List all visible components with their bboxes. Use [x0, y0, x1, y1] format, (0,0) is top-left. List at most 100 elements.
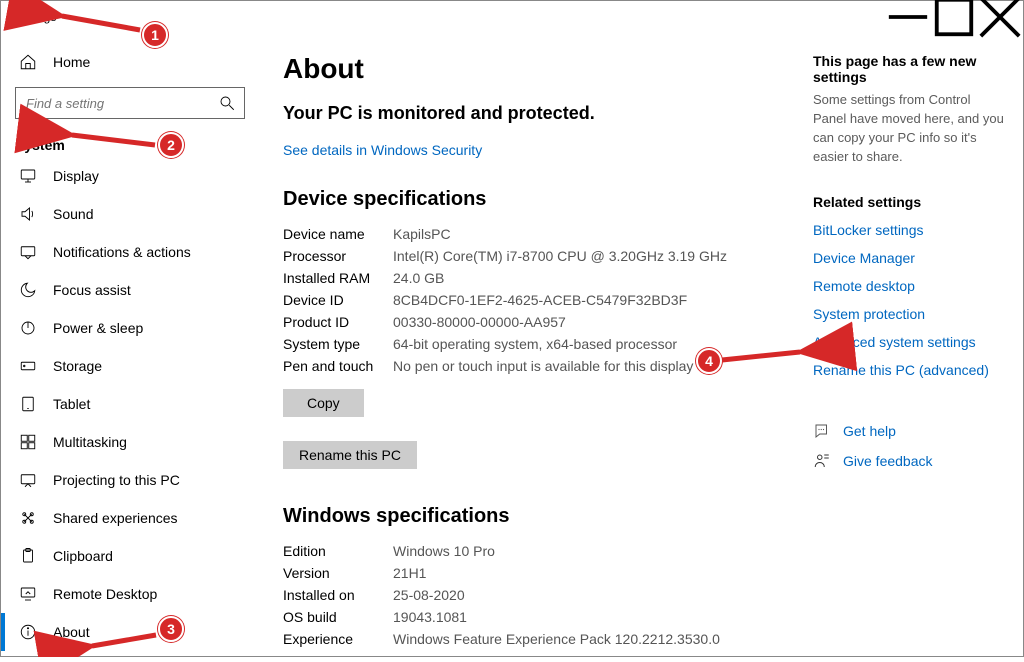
spec-value: 24.0 GB [393, 270, 779, 286]
focus-assist-icon [19, 281, 37, 299]
sidebar-item-tablet[interactable]: Tablet [1, 385, 259, 423]
spec-label: Device name [283, 226, 393, 242]
rename-pc-button[interactable]: Rename this PC [283, 441, 417, 469]
sidebar-item-label: Clipboard [53, 548, 113, 564]
home-icon [19, 53, 37, 71]
spec-value: Windows Feature Experience Pack 120.2212… [393, 631, 779, 647]
spec-value: Intel(R) Core(TM) i7-8700 CPU @ 3.20GHz … [393, 248, 779, 264]
projecting-icon [19, 471, 37, 489]
right-pane: This page has a few new settings Some se… [809, 33, 1023, 656]
sidebar-item-notifications[interactable]: Notifications & actions [1, 233, 259, 271]
sidebar-item-shared-experiences[interactable]: Shared experiences [1, 499, 259, 537]
spec-value: 25-08-2020 [393, 587, 779, 603]
link-rename-pc-advanced[interactable]: Rename this PC (advanced) [813, 362, 1007, 378]
sidebar-item-label: Notifications & actions [53, 244, 191, 260]
sidebar-item-display[interactable]: Display [1, 157, 259, 195]
sidebar-item-multitasking[interactable]: Multitasking [1, 423, 259, 461]
sidebar-item-projecting[interactable]: Projecting to this PC [1, 461, 259, 499]
sidebar-home-label: Home [53, 54, 90, 70]
link-remote-desktop[interactable]: Remote desktop [813, 278, 1007, 294]
tablet-icon [19, 395, 37, 413]
spec-value: No pen or touch input is available for t… [393, 358, 779, 374]
link-label: Give feedback [843, 453, 933, 469]
spec-label: Product ID [283, 314, 393, 330]
clipboard-icon [19, 547, 37, 565]
sidebar-item-about[interactable]: About [1, 613, 259, 651]
window-titlebar: Settings [1, 1, 1023, 33]
storage-icon [19, 357, 37, 375]
new-settings-title: This page has a few new settings [813, 53, 1007, 85]
sound-icon [19, 205, 37, 223]
spec-label: Pen and touch [283, 358, 393, 374]
minimize-button[interactable] [885, 1, 931, 33]
shared-icon [19, 509, 37, 527]
sidebar-item-label: Display [53, 168, 99, 184]
section-title-device-spec: Device specifications [283, 188, 779, 211]
sidebar-item-label: About [53, 624, 90, 640]
link-device-manager[interactable]: Device Manager [813, 250, 1007, 266]
search-icon [218, 94, 236, 112]
multitasking-icon [19, 433, 37, 451]
sidebar-item-label: Multitasking [53, 434, 127, 450]
copy-device-spec-button[interactable]: Copy [283, 389, 364, 417]
sidebar-home[interactable]: Home [1, 43, 259, 81]
display-icon [19, 167, 37, 185]
sidebar-item-power-sleep[interactable]: Power & sleep [1, 309, 259, 347]
link-bitlocker-settings[interactable]: BitLocker settings [813, 222, 1007, 238]
sidebar-item-label: Focus assist [53, 282, 131, 298]
link-see-windows-security[interactable]: See details in Windows Security [283, 142, 482, 158]
spec-label: Edition [283, 543, 393, 559]
main-content: About Your PC is monitored and protected… [259, 33, 809, 656]
info-icon [19, 623, 37, 641]
spec-label: Device ID [283, 292, 393, 308]
spec-value: 00330-80000-00000-AA957 [393, 314, 779, 330]
notifications-icon [19, 243, 37, 261]
power-icon [19, 319, 37, 337]
spec-value: 64-bit operating system, x64-based proce… [393, 336, 779, 352]
sidebar-category-system[interactable]: System [1, 129, 259, 157]
close-button[interactable] [977, 1, 1023, 33]
section-title-windows-spec: Windows specifications [283, 505, 779, 528]
protection-status: Your PC is monitored and protected. [283, 103, 779, 124]
sidebar: Home System Display Sound Notifications … [1, 33, 259, 656]
spec-label: Installed RAM [283, 270, 393, 286]
help-icon [813, 422, 831, 440]
sidebar-item-label: Tablet [53, 396, 90, 412]
sidebar-item-sound[interactable]: Sound [1, 195, 259, 233]
spec-value: 8CB4DCF0-1EF2-4625-ACEB-C5479F32BD3F [393, 292, 779, 308]
link-advanced-system-settings[interactable]: Advanced system settings [813, 334, 1007, 350]
maximize-button[interactable] [931, 1, 977, 33]
spec-value: Windows 10 Pro [393, 543, 779, 559]
link-system-protection[interactable]: System protection [813, 306, 1007, 322]
search-input[interactable] [24, 95, 218, 112]
spec-label: OS build [283, 609, 393, 625]
sidebar-item-label: Shared experiences [53, 510, 178, 526]
page-title: About [283, 53, 779, 85]
search-box[interactable] [15, 87, 245, 119]
spec-label: Experience [283, 631, 393, 647]
sidebar-item-label: Projecting to this PC [53, 472, 180, 488]
spec-label: System type [283, 336, 393, 352]
sidebar-item-remote-desktop[interactable]: Remote Desktop [1, 575, 259, 613]
spec-value: KapilsPC [393, 226, 779, 242]
sidebar-item-label: Power & sleep [53, 320, 143, 336]
sidebar-item-focus-assist[interactable]: Focus assist [1, 271, 259, 309]
feedback-icon [813, 452, 831, 470]
window-title: Settings [13, 10, 56, 24]
spec-label: Processor [283, 248, 393, 264]
sidebar-item-clipboard[interactable]: Clipboard [1, 537, 259, 575]
sidebar-item-label: Remote Desktop [53, 586, 157, 602]
sidebar-item-label: Storage [53, 358, 102, 374]
link-label: Get help [843, 423, 896, 439]
spec-value: 19043.1081 [393, 609, 779, 625]
remote-desktop-icon [19, 585, 37, 603]
spec-label: Installed on [283, 587, 393, 603]
spec-value: 21H1 [393, 565, 779, 581]
sidebar-item-storage[interactable]: Storage [1, 347, 259, 385]
link-give-feedback[interactable]: Give feedback [813, 452, 1007, 470]
spec-label: Version [283, 565, 393, 581]
related-settings-title: Related settings [813, 194, 1007, 210]
sidebar-item-label: Sound [53, 206, 93, 222]
new-settings-text: Some settings from Control Panel have mo… [813, 91, 1007, 166]
link-get-help[interactable]: Get help [813, 422, 1007, 440]
